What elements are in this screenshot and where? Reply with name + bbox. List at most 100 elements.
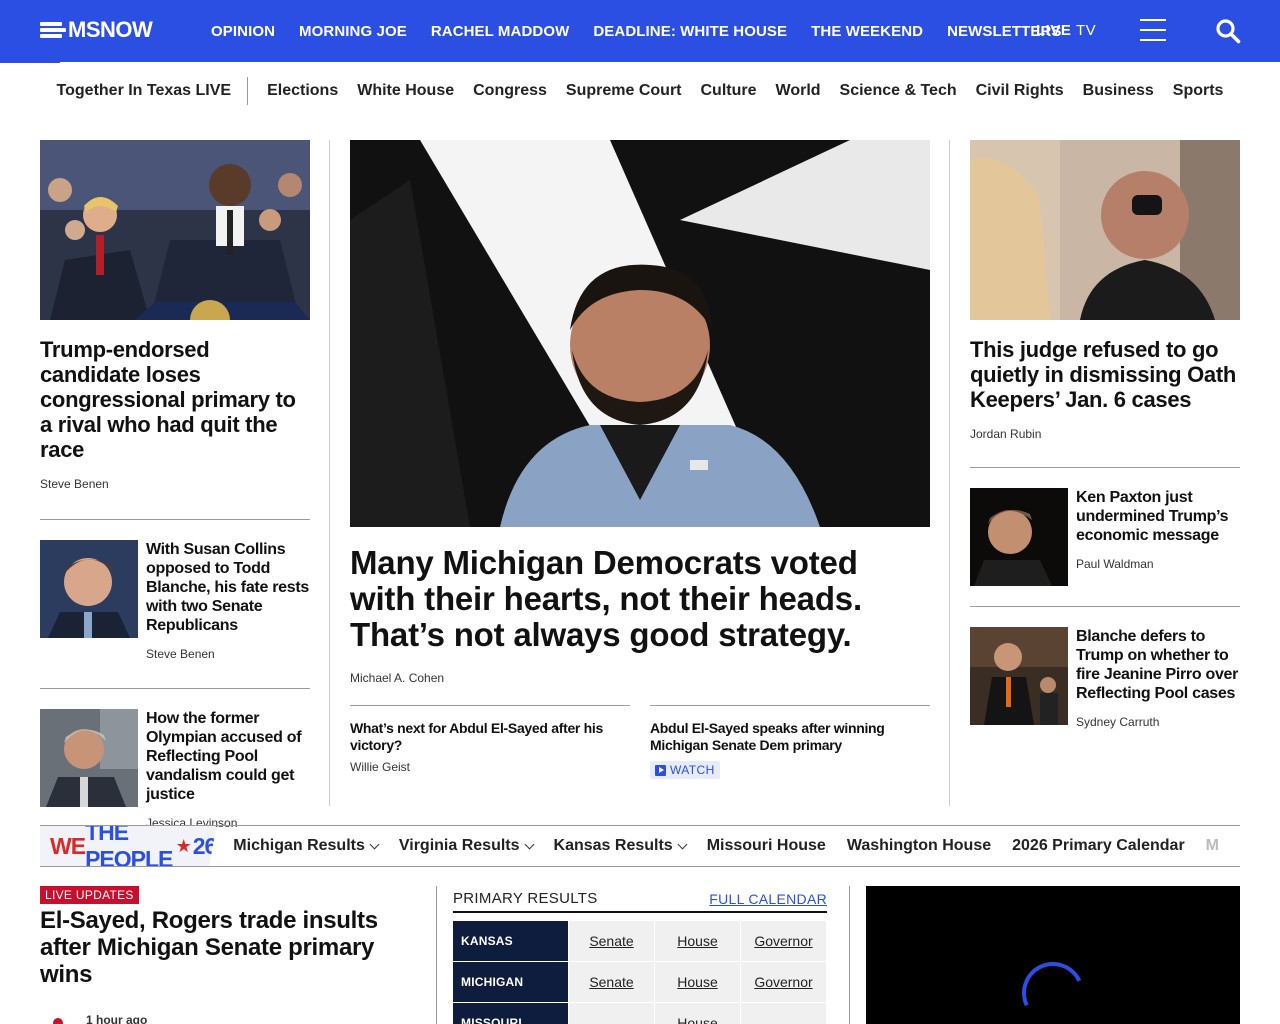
nav-rachel-maddow[interactable]: RACHEL MADDOW bbox=[431, 23, 570, 40]
nav-morning-joe[interactable]: MORNING JOE bbox=[299, 23, 407, 40]
full-calendar-link[interactable]: FULL CALENDAR bbox=[709, 891, 827, 907]
lead-byline[interactable]: Michael A. Cohen bbox=[350, 671, 930, 685]
elections-links: Michigan Results Virginia Results Kansas… bbox=[233, 837, 1240, 855]
house-link[interactable]: House bbox=[655, 921, 740, 961]
section-sports[interactable]: Sports bbox=[1173, 82, 1224, 100]
lead-column: Many Michigan Democrats voted with their… bbox=[350, 140, 930, 781]
related-headline[interactable]: What’s next for Abdul El-Sayed after his… bbox=[350, 720, 630, 754]
story-thumbnail[interactable] bbox=[40, 540, 138, 638]
section-nav: Together In Texas LIVE Elections White H… bbox=[0, 62, 1280, 120]
primary-results-widget: PRIMARY RESULTS FULL CALENDAR KANSAS Sen… bbox=[453, 886, 827, 1024]
flag-icon bbox=[40, 20, 66, 40]
link-label: Kansas Results bbox=[553, 837, 673, 854]
video-player[interactable] bbox=[866, 886, 1240, 1024]
table-row: KANSAS Senate House Governor bbox=[453, 921, 827, 961]
list-item[interactable]: Ken Paxton just undermined Trump’s econo… bbox=[970, 488, 1240, 586]
story-image-courtroom[interactable] bbox=[970, 140, 1240, 320]
missouri-house-link[interactable]: Missouri House bbox=[707, 837, 826, 855]
divider bbox=[40, 519, 310, 520]
right-column: This judge refused to go quietly in dism… bbox=[970, 140, 1240, 729]
column-divider bbox=[849, 886, 850, 1024]
story-headline[interactable]: Trump-endorsed candidate loses congressi… bbox=[40, 337, 310, 462]
section-science-tech[interactable]: Science & Tech bbox=[840, 82, 957, 100]
story-byline[interactable]: Jordan Rubin bbox=[970, 427, 1240, 441]
story-byline[interactable]: Steve Benen bbox=[40, 477, 310, 491]
nav-deadline-white-house[interactable]: DEADLINE: WHITE HOUSE bbox=[593, 23, 787, 40]
michigan-results-dropdown[interactable]: Michigan Results bbox=[233, 837, 380, 855]
watch-button[interactable]: WATCH bbox=[650, 761, 720, 779]
watch-label: WATCH bbox=[670, 763, 715, 777]
star-icon: ★ bbox=[175, 835, 192, 856]
kansas-results-dropdown[interactable]: Kansas Results bbox=[553, 837, 688, 855]
story-headline[interactable]: Blanche defers to Trump on whether to fi… bbox=[1076, 627, 1240, 703]
live-headline[interactable]: El-Sayed, Rogers trade insults after Mic… bbox=[40, 907, 410, 988]
section-business[interactable]: Business bbox=[1083, 82, 1154, 100]
story-thumbnail[interactable] bbox=[970, 627, 1068, 725]
story-headline[interactable]: This judge refused to go quietly in dism… bbox=[970, 337, 1240, 412]
table-row: MICHIGAN Senate House Governor bbox=[453, 962, 827, 1002]
senate-link[interactable]: Senate bbox=[569, 921, 654, 961]
related-byline[interactable]: Willie Geist bbox=[350, 760, 630, 774]
we-the-people-logo[interactable]: WE THE PEOPLE ★ 26 bbox=[40, 826, 217, 866]
related-stories: What’s next for Abdul El-Sayed after his… bbox=[350, 705, 930, 781]
column-divider bbox=[329, 140, 330, 806]
lead-story-image[interactable] bbox=[350, 140, 930, 527]
divider bbox=[970, 606, 1240, 607]
story-byline[interactable]: Sydney Carruth bbox=[1076, 715, 1240, 729]
story-byline[interactable]: Steve Benen bbox=[146, 647, 310, 661]
related-headline[interactable]: Abdul El-Sayed speaks after winning Mich… bbox=[650, 720, 930, 754]
featured-link-together-in-texas[interactable]: Together In Texas LIVE bbox=[57, 77, 249, 105]
story-headline[interactable]: Ken Paxton just undermined Trump’s econo… bbox=[1076, 488, 1240, 545]
section-culture[interactable]: Culture bbox=[701, 82, 757, 100]
story-headline[interactable]: With Susan Collins opposed to Todd Blanc… bbox=[146, 540, 310, 635]
primary-results-title: PRIMARY RESULTS bbox=[453, 890, 598, 907]
live-tv-link[interactable]: LIVE TV bbox=[1036, 22, 1096, 39]
primary-calendar-link[interactable]: 2026 Primary Calendar bbox=[1012, 837, 1185, 855]
column-divider bbox=[949, 140, 950, 806]
nav-opinion[interactable]: OPINION bbox=[211, 23, 275, 40]
story-image-rally[interactable] bbox=[40, 140, 310, 340]
governor-cell-empty bbox=[741, 1003, 826, 1024]
section-world[interactable]: World bbox=[776, 82, 821, 100]
logo-year: 26 bbox=[192, 832, 217, 859]
list-item[interactable]: How the former Olympian accused of Refle… bbox=[40, 709, 310, 830]
senate-cell-empty bbox=[569, 1003, 654, 1024]
link-label: Michigan Results bbox=[233, 837, 365, 854]
search-icon[interactable] bbox=[1215, 18, 1241, 44]
lead-headline[interactable]: Many Michigan Democrats voted with their… bbox=[350, 545, 930, 653]
list-item[interactable]: Blanche defers to Trump on whether to fi… bbox=[970, 627, 1240, 729]
section-supreme-court[interactable]: Supreme Court bbox=[566, 82, 682, 100]
nav-the-weekend[interactable]: THE WEEKEND bbox=[811, 23, 923, 40]
house-link[interactable]: House bbox=[655, 962, 740, 1002]
state-label: KANSAS bbox=[453, 921, 568, 961]
logo-text-now: NOW bbox=[100, 17, 153, 42]
live-timestamp: 1 hour ago bbox=[86, 1013, 148, 1024]
menu-icon[interactable] bbox=[1140, 19, 1166, 41]
washington-house-link[interactable]: Washington House bbox=[847, 837, 991, 855]
section-civil-rights[interactable]: Civil Rights bbox=[976, 82, 1064, 100]
primary-results-table: KANSAS Senate House Governor MICHIGAN Se… bbox=[453, 921, 827, 1024]
live-updates-badge: LIVE UPDATES bbox=[40, 886, 139, 904]
related-video[interactable]: Abdul El-Sayed speaks after winning Mich… bbox=[650, 705, 930, 781]
senate-link[interactable]: Senate bbox=[569, 962, 654, 1002]
section-elections[interactable]: Elections bbox=[267, 82, 338, 100]
related-story[interactable]: What’s next for Abdul El-Sayed after his… bbox=[350, 705, 630, 781]
story-headline[interactable]: How the former Olympian accused of Refle… bbox=[146, 709, 310, 804]
governor-link[interactable]: Governor bbox=[741, 962, 826, 1002]
story-thumbnail[interactable] bbox=[970, 488, 1068, 586]
logo-text: MS bbox=[68, 17, 101, 42]
section-white-house[interactable]: White House bbox=[357, 82, 454, 100]
section-congress[interactable]: Congress bbox=[473, 82, 547, 100]
virginia-results-dropdown[interactable]: Virginia Results bbox=[399, 837, 534, 855]
story-byline[interactable]: Paul Waldman bbox=[1076, 557, 1240, 571]
logo-we: WE bbox=[50, 832, 86, 859]
story-thumbnail[interactable] bbox=[40, 709, 138, 807]
governor-link[interactable]: Governor bbox=[741, 921, 826, 961]
house-link[interactable]: House bbox=[655, 1003, 740, 1024]
divider bbox=[40, 688, 310, 689]
overflow-link[interactable]: M bbox=[1206, 837, 1219, 855]
chevron-down-icon bbox=[677, 839, 688, 849]
list-item[interactable]: With Susan Collins opposed to Todd Blanc… bbox=[40, 540, 310, 661]
live-tv-suffix: TV bbox=[1076, 22, 1097, 39]
msnow-logo[interactable]: MSNOW bbox=[40, 17, 153, 43]
